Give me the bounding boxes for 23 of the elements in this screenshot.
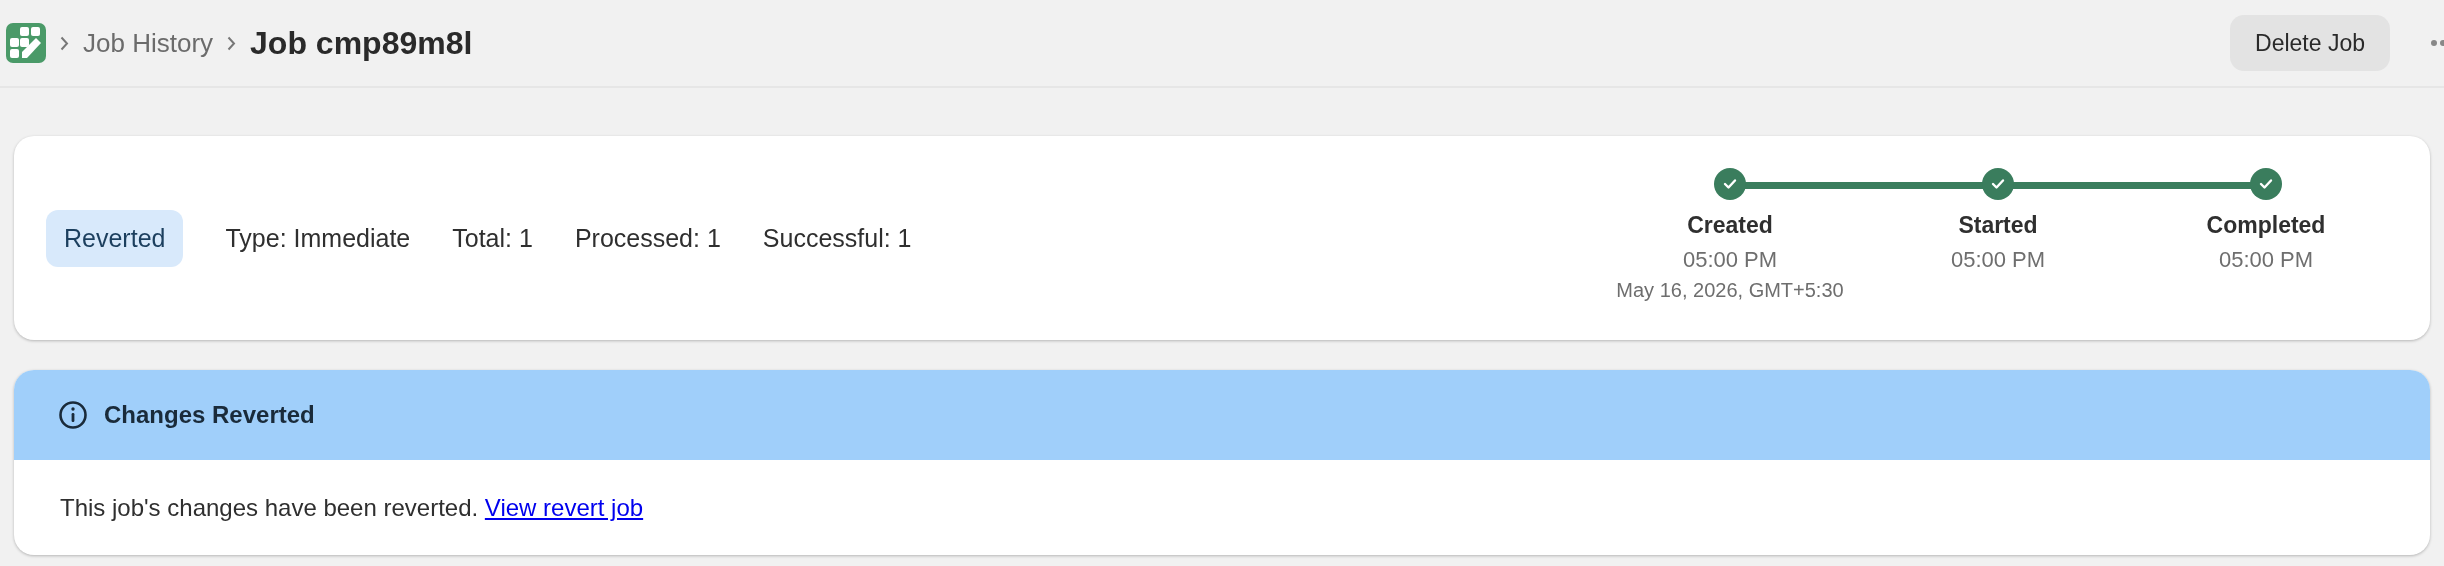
alert-title: Changes Reverted [104,401,315,429]
step-label: Completed [2206,212,2326,239]
more-icon[interactable] [2430,39,2444,47]
breadcrumb-link[interactable]: Job History [83,27,214,59]
delete-button[interactable]: Delete Job [2230,15,2390,71]
job-stat: Processed: 1 [574,223,721,253]
revert-job-link[interactable]: View revert job [484,493,644,521]
logo-icon[interactable] [6,23,46,63]
step-label: Started [1958,212,2038,239]
job-stat: Type: Immediate [225,223,411,253]
step-time: 05:00 PM [1682,247,1778,273]
job-stat: Total: 1 [452,223,533,253]
step-time: 05:00 PM [1950,247,2046,273]
step-time: 05:00 PM [2218,247,2314,273]
chevron-icon [227,35,237,51]
chevron-icon [60,35,69,51]
step-label: Created [1687,212,1773,239]
status-badge: Reverted [46,209,184,267]
page-title: Job cmp89m8l [250,24,473,62]
info-icon [58,400,88,430]
job-stat: Successful: 1 [762,223,912,253]
alert-message: This job's changes have been reverted. View revert job [60,493,644,522]
step-date: May 16, 2026, GMT+5:30 [1616,279,1844,302]
